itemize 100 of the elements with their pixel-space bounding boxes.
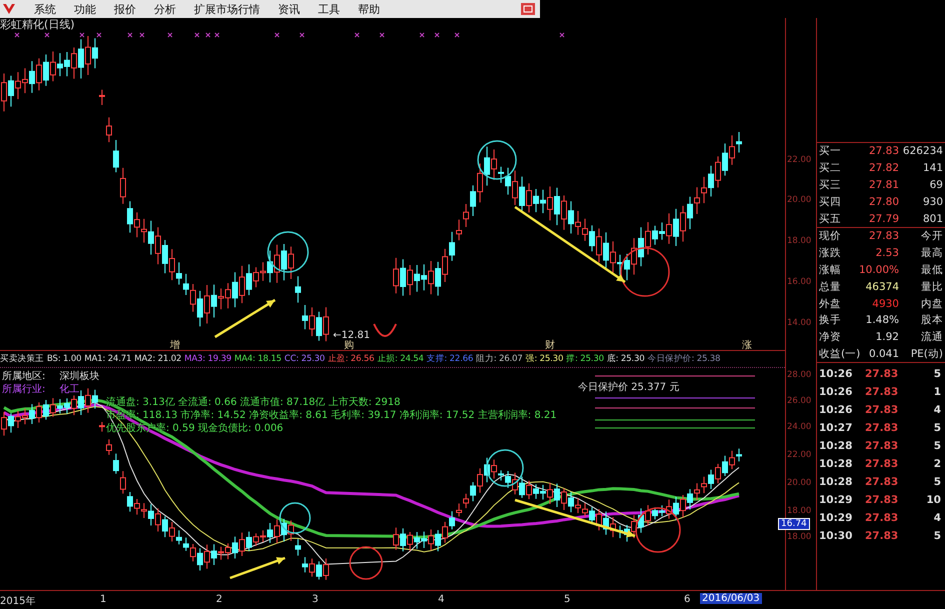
menu-item[interactable]: 分析 xyxy=(154,2,176,16)
quote-value: 27.83 xyxy=(868,230,899,242)
axis-tick-label: 16.00 xyxy=(787,277,812,287)
tick-time: 10:30 xyxy=(819,530,854,542)
tick-volume: 4 xyxy=(932,512,942,524)
tick-price: 27.83 xyxy=(865,440,900,452)
event-marker: 增 xyxy=(170,340,180,350)
axis-tick-label: 22.00 xyxy=(787,450,812,460)
tick-time: 10:26 xyxy=(819,386,854,398)
event-marker: 涨 xyxy=(742,340,752,350)
tick-time: 10:28 xyxy=(819,458,854,470)
quote-label: 买一 xyxy=(819,144,842,158)
quote-value: 46374 xyxy=(864,280,899,293)
quote-value: 1.48% xyxy=(864,314,899,326)
tick-volume: 5 xyxy=(932,440,942,452)
tick-price: 27.83 xyxy=(865,530,900,542)
quote-label: 收益(一) xyxy=(819,346,860,361)
tick-time: 10:29 xyxy=(819,512,854,524)
quote-extra: 801 xyxy=(922,212,944,225)
tick-price: 27.83 xyxy=(865,422,900,434)
indicator-value: 止损: 24.54 xyxy=(377,353,424,365)
indicator-value: MA1: 24.71 xyxy=(84,354,132,364)
current-value-tag: 16.74 xyxy=(778,518,810,530)
quote-label: 外盘 xyxy=(819,296,842,311)
quote-label: 换手 xyxy=(819,313,842,328)
tick-time: 10:28 xyxy=(819,440,854,452)
quote-value: 27.79 xyxy=(868,212,899,225)
date-axis-end-label: 2016/06/03 xyxy=(700,593,762,604)
tick-price: 27.83 xyxy=(865,386,900,398)
quote-extra: 股本 xyxy=(920,313,944,328)
axis-tick-label: 24.00 xyxy=(787,422,812,432)
info-value: 化工 xyxy=(59,383,80,396)
quote-extra: 最低 xyxy=(920,262,944,277)
axis-tick-label: 14.00 xyxy=(787,318,812,328)
menu-item[interactable]: 扩展市场行情 xyxy=(194,2,260,16)
quote-extra: 930 xyxy=(922,196,944,208)
menu-item[interactable]: 报价 xyxy=(114,2,136,16)
quote-value: 27.81 xyxy=(868,178,899,191)
quote-label: 买三 xyxy=(819,178,842,192)
menu-item[interactable]: 功能 xyxy=(74,2,96,16)
quote-value: 0.041 xyxy=(868,348,899,360)
quote-value: 27.80 xyxy=(868,196,899,208)
tick-time: 10:27 xyxy=(819,422,854,434)
quote-value: 27.83 xyxy=(868,145,899,158)
info-label: 所属行业: xyxy=(2,383,46,396)
tick-price: 27.83 xyxy=(865,458,900,470)
date-axis-label: 2015年 xyxy=(0,595,36,608)
quote-label: 总量 xyxy=(819,280,842,294)
quote-value: 2.53 xyxy=(874,247,899,260)
quote-label: 买四 xyxy=(819,194,842,209)
tick-volume: 5 xyxy=(932,476,942,488)
quote-extra: 今开 xyxy=(920,229,944,244)
menu-item[interactable]: 资讯 xyxy=(278,2,300,16)
quote-value: 10.00% xyxy=(858,264,899,276)
indicator-value: 强: 25.30 xyxy=(526,353,564,365)
tick-time: 10:28 xyxy=(819,476,854,488)
menu-item[interactable]: 帮助 xyxy=(358,2,380,16)
quote-extra: 流通 xyxy=(920,330,944,344)
indicator-value: 今日保护价: 25.38 xyxy=(648,353,720,365)
tick-time: 10:26 xyxy=(819,368,854,380)
axis-tick-label: 18.00 xyxy=(787,532,812,542)
indicator-value: BS: 1.00 xyxy=(47,354,82,364)
date-axis-label: 5 xyxy=(564,594,570,605)
tick-price: 27.83 xyxy=(865,494,900,506)
tick-volume: 5 xyxy=(932,530,942,542)
quote-label: 现价 xyxy=(819,229,842,244)
quote-value: 1.92 xyxy=(874,331,899,344)
quote-extra: 626234 xyxy=(902,145,944,158)
quote-extra: 最高 xyxy=(920,246,944,260)
menu-item[interactable]: 系统 xyxy=(34,2,56,16)
axis-tick-label: 20.00 xyxy=(787,195,812,205)
tick-time: 10:29 xyxy=(819,494,854,506)
date-axis-label: 4 xyxy=(438,594,444,605)
date-axis-label: 2 xyxy=(216,594,222,605)
axis-tick-label: 22.00 xyxy=(787,155,812,165)
quote-label: 买五 xyxy=(819,212,842,226)
indicator-value: MA4: 18.15 xyxy=(234,354,282,364)
tick-time: 10:26 xyxy=(819,404,854,416)
indicator-value: CC: 25.30 xyxy=(284,354,325,364)
indicator-value: 底: 25.30 xyxy=(606,353,644,365)
quote-label: 涨幅 xyxy=(819,262,842,277)
tick-price: 27.83 xyxy=(865,368,900,380)
quote-label: 净资 xyxy=(819,330,842,344)
event-marker: 财 xyxy=(545,340,555,350)
indicator-value: 阻力: 26.07 xyxy=(476,353,523,365)
indicator-value: 止盈: 26.56 xyxy=(328,353,374,365)
axis-tick-label: 18.00 xyxy=(787,506,812,516)
quote-label: 买二 xyxy=(819,161,842,176)
tick-volume: 4 xyxy=(932,404,942,416)
axis-tick-label: 18.00 xyxy=(787,236,812,246)
date-axis-label: 6 xyxy=(684,594,690,605)
indicator-value: MA3: 19.39 xyxy=(184,354,232,364)
tick-volume: 5 xyxy=(932,422,942,434)
low-price-label: ←12.81 xyxy=(333,330,370,341)
menu-item[interactable]: 工具 xyxy=(318,2,340,16)
event-marker: 购 xyxy=(344,340,354,350)
info-label: 所属地区: xyxy=(2,370,46,383)
tick-volume: 10 xyxy=(925,494,942,506)
date-axis-label: 1 xyxy=(100,594,106,605)
axis-tick-label: 28.00 xyxy=(787,370,812,380)
